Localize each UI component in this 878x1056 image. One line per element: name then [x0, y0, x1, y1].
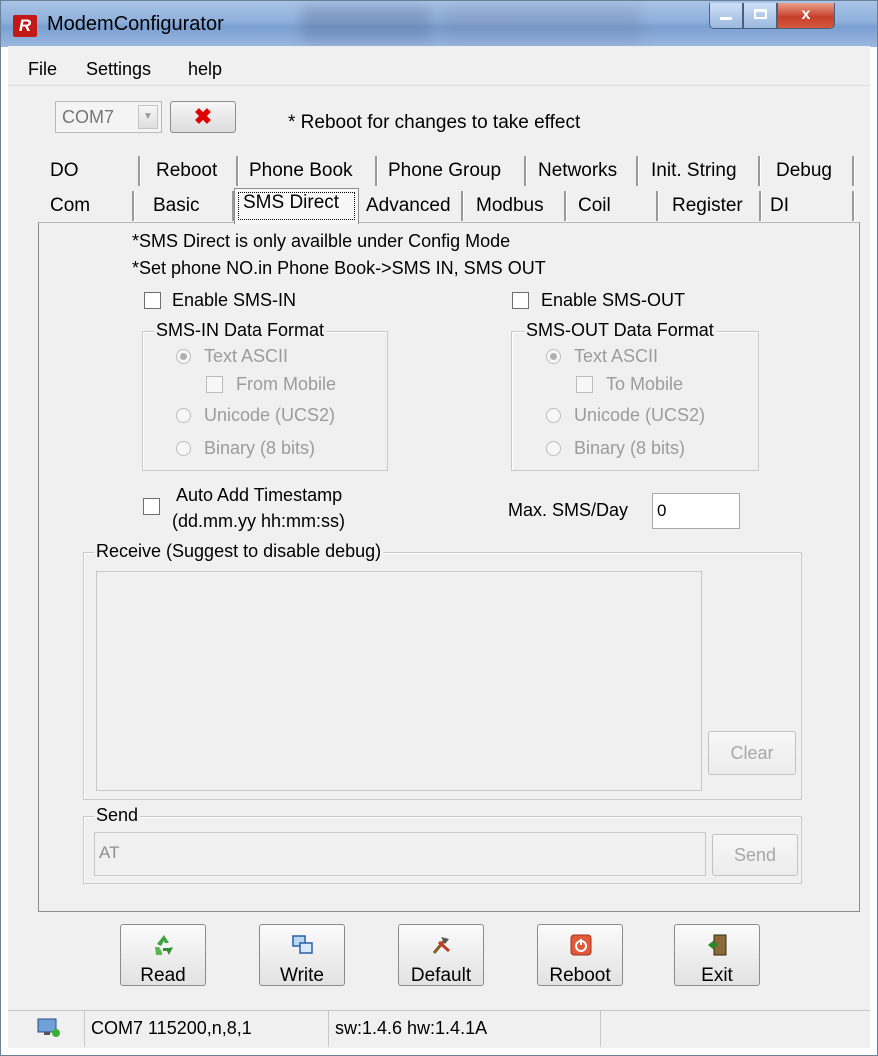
- tools-icon: [432, 937, 451, 954]
- tab-init-string[interactable]: Init. String: [643, 155, 758, 187]
- chevron-down-icon[interactable]: ▼: [138, 105, 158, 129]
- exit-label: Exit: [701, 965, 733, 986]
- exit-door-icon: [708, 934, 727, 956]
- disconnect-button[interactable]: ✖: [170, 101, 236, 133]
- sms-out-text-ascii-label: Text ASCII: [574, 346, 659, 366]
- reboot-note: * Reboot for changes to take effect: [288, 112, 581, 133]
- receive-textarea[interactable]: [96, 571, 702, 791]
- tab-debug[interactable]: Debug: [768, 155, 854, 187]
- notice-phone-book: *Set phone NO.in Phone Book->SMS IN, SMS…: [132, 258, 546, 278]
- reboot-label: Reboot: [549, 965, 611, 986]
- read-label: Read: [140, 965, 186, 986]
- menu-file[interactable]: File: [28, 59, 57, 80]
- send-title: Send: [94, 805, 141, 826]
- max-sms-label: Max. SMS/Day: [508, 500, 629, 520]
- reboot-button[interactable]: Reboot: [537, 924, 623, 986]
- tab-do[interactable]: DO: [42, 155, 138, 187]
- receive-title: Receive (Suggest to disable debug): [94, 541, 384, 562]
- status-version: sw:1.4.6 hw:1.4.1A: [328, 1011, 600, 1047]
- tab-reboot[interactable]: Reboot: [148, 155, 236, 187]
- power-icon: [570, 934, 592, 956]
- tab-coil[interactable]: Coil: [570, 190, 658, 222]
- network-monitor-icon: [37, 1018, 60, 1037]
- from-mobile-label: From Mobile: [236, 374, 337, 394]
- tab-phone-group[interactable]: Phone Group: [380, 155, 525, 187]
- read-button[interactable]: Read: [120, 924, 206, 986]
- close-icon: x: [801, 6, 811, 23]
- window-title: ModemConfigurator: [47, 13, 224, 35]
- write-windows-icon: [292, 935, 313, 954]
- menu-help[interactable]: help: [188, 59, 222, 80]
- status-empty: [600, 1011, 870, 1047]
- tab-sms-direct[interactable]: SMS Direct: [234, 188, 359, 224]
- send-input[interactable]: AT: [94, 832, 706, 876]
- enable-sms-in-checkbox[interactable]: [144, 292, 161, 309]
- write-label: Write: [280, 965, 324, 986]
- recycle-icon: [155, 935, 173, 955]
- tab-networks[interactable]: Networks: [530, 155, 637, 187]
- sms-in-unicode-label: Unicode (UCS2): [204, 405, 336, 425]
- max-sms-input[interactable]: 0: [652, 493, 740, 529]
- tab-advanced[interactable]: Advanced: [358, 190, 461, 222]
- sms-out-unicode-radio[interactable]: [546, 408, 561, 423]
- sms-in-text-ascii-radio[interactable]: [176, 349, 191, 364]
- menu-bar: File Settings help: [8, 54, 870, 86]
- default-button[interactable]: Default: [398, 924, 484, 986]
- tab-basic[interactable]: Basic: [145, 190, 233, 222]
- sms-out-binary-label: Binary (8 bits): [574, 438, 686, 458]
- maximize-button[interactable]: [743, 3, 777, 29]
- tab-modbus[interactable]: Modbus: [468, 190, 564, 222]
- tab-register[interactable]: Register: [664, 190, 760, 222]
- enable-sms-in-label: Enable SMS-IN: [172, 290, 297, 310]
- default-label: Default: [410, 965, 472, 986]
- status-connection: [30, 1011, 82, 1047]
- notice-config-mode: *SMS Direct is only availble under Confi…: [132, 231, 511, 251]
- auto-timestamp-checkbox[interactable]: [143, 498, 160, 515]
- status-port-info: COM7 115200,n,8,1: [84, 1011, 328, 1047]
- tab-com[interactable]: Com: [42, 190, 132, 222]
- title-bar: R ModemConfigurator x: [1, 1, 877, 47]
- port-select-value: COM7: [62, 107, 115, 127]
- sms-in-text-ascii-label: Text ASCII: [204, 346, 289, 366]
- sms-in-format-title: SMS-IN Data Format: [154, 320, 327, 341]
- timestamp-format-label: (dd.mm.yy hh:mm:ss): [172, 511, 346, 531]
- send-button[interactable]: Send: [712, 834, 798, 876]
- auto-timestamp-label: Auto Add Timestamp: [176, 485, 343, 505]
- exit-button[interactable]: Exit: [674, 924, 760, 986]
- to-mobile-label: To Mobile: [606, 374, 684, 394]
- sms-in-unicode-radio[interactable]: [176, 408, 191, 423]
- tab-phone-book[interactable]: Phone Book: [241, 155, 374, 187]
- write-button[interactable]: Write: [259, 924, 345, 986]
- port-select[interactable]: COM7 ▼: [55, 101, 162, 133]
- minimize-icon: [720, 17, 732, 20]
- enable-sms-out-label: Enable SMS-OUT: [541, 290, 686, 310]
- to-mobile-checkbox[interactable]: [576, 376, 593, 393]
- sms-out-text-ascii-radio[interactable]: [546, 349, 561, 364]
- from-mobile-checkbox[interactable]: [206, 376, 223, 393]
- clear-button[interactable]: Clear: [708, 731, 796, 775]
- menu-settings[interactable]: Settings: [86, 59, 151, 80]
- sms-in-binary-radio[interactable]: [176, 441, 191, 456]
- enable-sms-out-checkbox[interactable]: [512, 292, 529, 309]
- maximize-icon: [753, 9, 767, 19]
- sms-out-unicode-label: Unicode (UCS2): [574, 405, 706, 425]
- minimize-button[interactable]: [709, 3, 743, 29]
- tab-di[interactable]: DI: [762, 190, 852, 222]
- sms-out-binary-radio[interactable]: [546, 441, 561, 456]
- sms-in-binary-label: Binary (8 bits): [204, 438, 316, 458]
- red-x-icon: ✖: [193, 104, 213, 129]
- app-logo-icon: R: [13, 15, 37, 37]
- sms-out-format-title: SMS-OUT Data Format: [524, 320, 716, 341]
- close-button[interactable]: x: [777, 3, 835, 29]
